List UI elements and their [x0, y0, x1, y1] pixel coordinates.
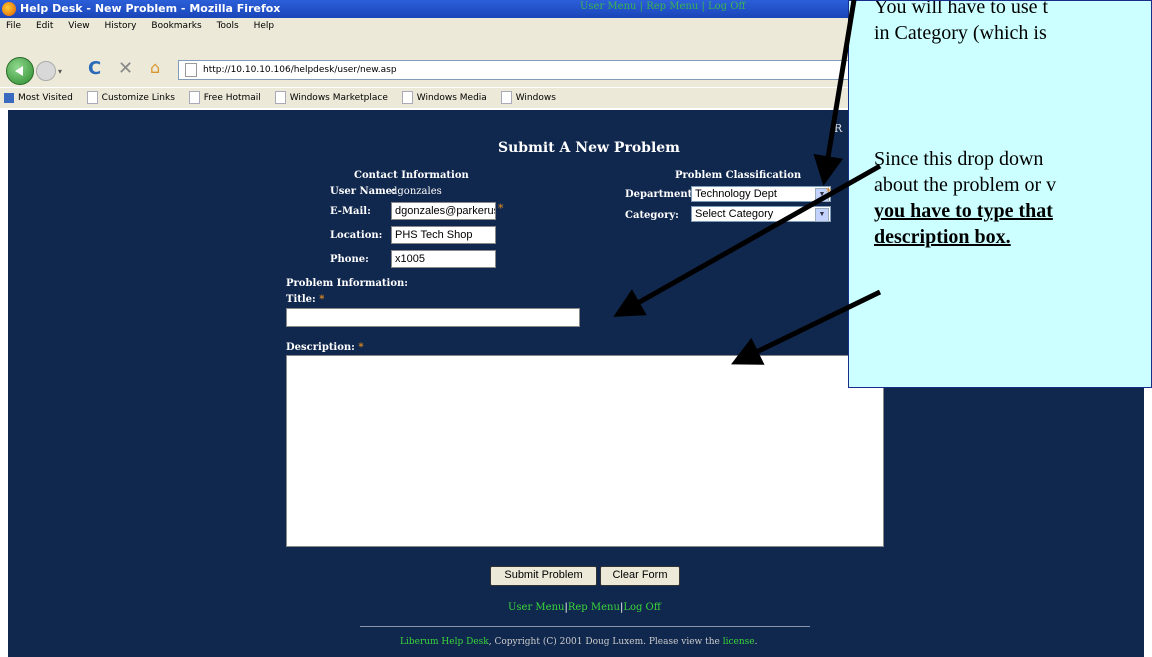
arrow-to-category	[813, 0, 857, 186]
arrow-to-description	[731, 289, 882, 365]
arrow-to-title	[613, 163, 882, 317]
annotation-arrows	[613, 0, 882, 365]
